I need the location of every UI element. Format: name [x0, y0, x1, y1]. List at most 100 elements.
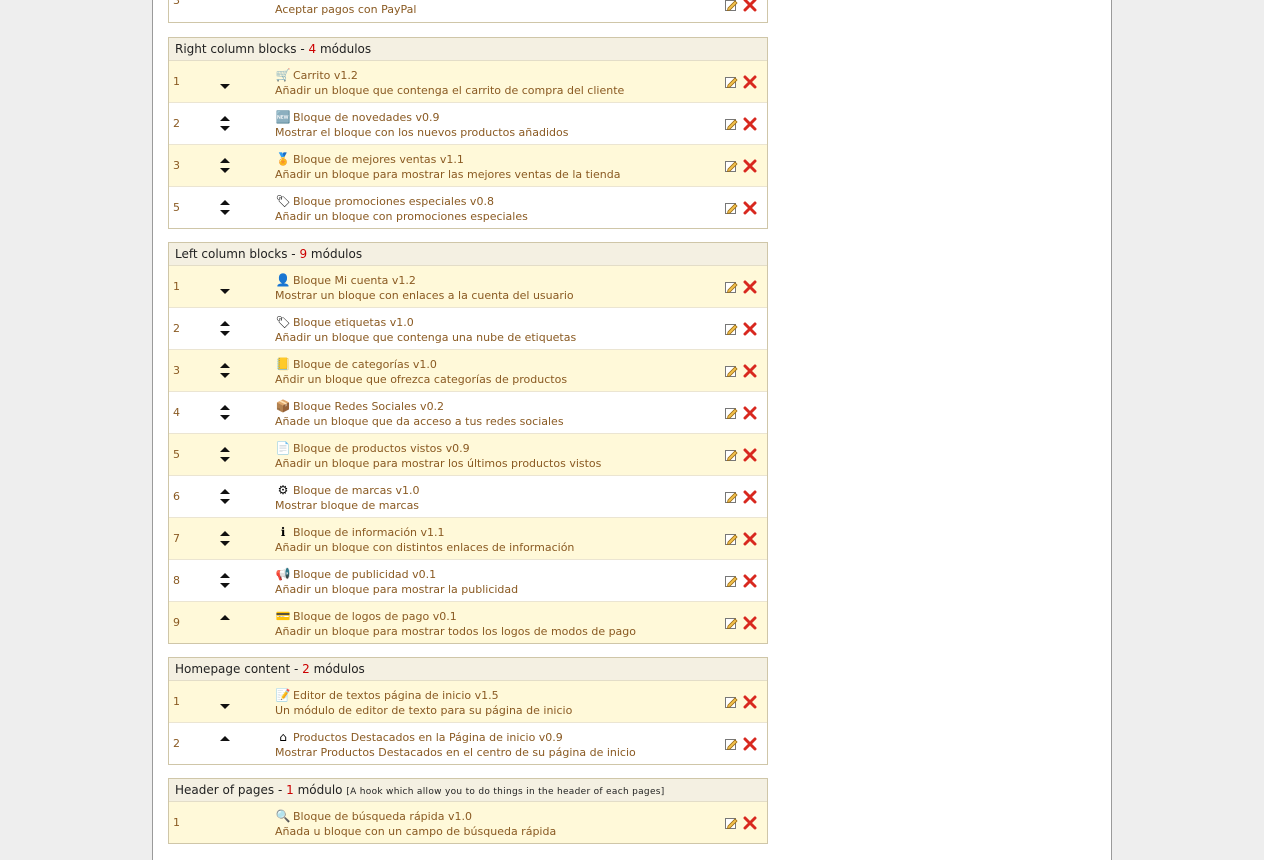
module-description: Mostrar el bloque con los nuevos product… — [275, 126, 569, 139]
edit-icon[interactable] — [724, 815, 738, 830]
edit-icon[interactable] — [724, 200, 738, 215]
module-description: Añadir un bloque para mostrar los último… — [275, 457, 602, 470]
move-up-arrow-icon[interactable] — [220, 158, 230, 163]
module-position: 8 — [173, 574, 180, 587]
move-down-arrow-icon[interactable] — [220, 499, 230, 504]
move-up-arrow-icon[interactable] — [220, 321, 230, 326]
hook-block: Header of pages - 1 módulo [A hook which… — [168, 778, 768, 844]
move-down-arrow-icon[interactable] — [220, 289, 230, 294]
move-up-arrow-icon[interactable] — [220, 447, 230, 452]
module-unit: módulo — [297, 783, 343, 797]
hook-block: Left column blocks - 9 módulos 1 👤 Bloque M… — [168, 242, 768, 644]
hook-title: Homepage content — [175, 662, 291, 676]
award-icon: 🏅 — [275, 152, 291, 166]
move-down-arrow-icon[interactable] — [220, 457, 230, 462]
move-up-arrow-icon[interactable] — [220, 615, 230, 620]
edit-icon[interactable] — [724, 694, 738, 709]
module-position: 9 — [173, 616, 180, 629]
edit-icon[interactable] — [724, 0, 738, 12]
edit-icon[interactable] — [724, 116, 738, 131]
delete-icon[interactable] — [743, 200, 757, 215]
move-down-arrow-icon[interactable] — [220, 168, 230, 173]
delete-icon[interactable] — [743, 158, 757, 173]
delete-icon[interactable] — [743, 0, 757, 12]
delete-icon[interactable] — [743, 405, 757, 420]
move-up-arrow-icon[interactable] — [220, 200, 230, 205]
module-position: 5 — [173, 448, 180, 461]
move-down-arrow-icon[interactable] — [220, 541, 230, 546]
module-unit: módulos — [310, 247, 363, 261]
delete-icon[interactable] — [743, 363, 757, 378]
hook-separator: - — [290, 662, 303, 676]
edit-icon[interactable] — [724, 363, 738, 378]
position-arrows — [219, 692, 231, 712]
move-up-arrow-icon[interactable] — [220, 489, 230, 494]
home-icon: ⌂ — [279, 730, 287, 744]
edit-icon[interactable] — [724, 573, 738, 588]
edit-icon[interactable] — [724, 489, 738, 504]
module-row: 1 👤 Bloque Mi cuenta v1.2 Mostrar un bloque… — [169, 266, 767, 308]
edit-icon[interactable] — [724, 321, 738, 336]
hook-description: [A hook which allow you to do things in … — [346, 787, 665, 797]
delete-icon[interactable] — [743, 279, 757, 294]
move-down-arrow-icon[interactable] — [220, 126, 230, 131]
module-description: Añadir un bloque que contenga una nube d… — [275, 331, 577, 344]
edit-icon[interactable] — [724, 158, 738, 173]
delete-icon[interactable] — [743, 447, 757, 462]
edit-icon[interactable] — [724, 615, 738, 630]
hook-header: Right column blocks - 4 módulos — [169, 38, 767, 61]
move-up-arrow-icon[interactable] — [220, 531, 230, 536]
module-row: 3 📒 Bloque de categorías v1.0 Añdir un bloq… — [169, 350, 767, 392]
delete-icon[interactable] — [743, 321, 757, 336]
delete-icon[interactable] — [743, 116, 757, 131]
move-down-arrow-icon[interactable] — [220, 331, 230, 336]
position-arrows — [219, 813, 231, 833]
edit-icon[interactable] — [724, 405, 738, 420]
delete-icon[interactable] — [743, 531, 757, 546]
move-down-arrow-icon[interactable] — [220, 415, 230, 420]
gear-icon: ⚙ — [277, 483, 289, 497]
module-description: Añadir un bloque con distintos enlaces d… — [275, 541, 575, 554]
move-down-arrow-icon[interactable] — [220, 210, 230, 215]
module-description: Un módulo de editor de texto para su pág… — [275, 704, 573, 717]
edit-icon[interactable] — [724, 447, 738, 462]
move-down-arrow-icon[interactable] — [220, 704, 230, 709]
move-up-arrow-icon[interactable] — [220, 363, 230, 368]
delete-icon[interactable] — [743, 489, 757, 504]
position-arrows — [219, 403, 231, 423]
module-description: Añadir un bloque con promociones especia… — [275, 210, 528, 223]
delete-icon[interactable] — [743, 815, 757, 830]
module-row: 3 Aceptar pagos con PayPal — [169, 0, 767, 22]
edit-icon[interactable] — [724, 736, 738, 751]
module-row: 1 🛒 Carrito v1.2 Añadir un bloque que conte… — [169, 61, 767, 103]
move-up-arrow-icon[interactable] — [220, 405, 230, 410]
move-down-arrow-icon[interactable] — [220, 583, 230, 588]
delete-icon[interactable] — [743, 573, 757, 588]
move-up-arrow-icon[interactable] — [220, 573, 230, 578]
module-description: Mostrar bloque de marcas — [275, 499, 420, 512]
hook-separator: - — [274, 783, 287, 797]
ad-icon: 📢 — [275, 567, 291, 581]
catalog-icon: 📒 — [275, 357, 291, 371]
module-unit: módulos — [313, 662, 365, 676]
module-row: 2 🏷 Bloque etiquetas v1.0 Añadir un bloque … — [169, 308, 767, 350]
module-description: Mostrar un bloque con enlaces a la cuent… — [275, 289, 574, 302]
edit-icon[interactable] — [724, 531, 738, 546]
delete-icon[interactable] — [743, 615, 757, 630]
delete-icon[interactable] — [743, 694, 757, 709]
module-position: 4 — [173, 406, 180, 419]
edit-icon[interactable] — [724, 74, 738, 89]
delete-icon[interactable] — [743, 74, 757, 89]
edit-icon[interactable] — [724, 279, 738, 294]
move-up-arrow-icon[interactable] — [220, 116, 230, 121]
position-arrows — [219, 198, 231, 218]
module-description: Añada u bloque con un campo de búsqueda … — [275, 825, 557, 838]
module-name: Bloque de logos de pago v0.1 — [293, 610, 457, 623]
move-down-arrow-icon[interactable] — [220, 84, 230, 89]
move-down-arrow-icon[interactable] — [220, 373, 230, 378]
move-up-arrow-icon[interactable] — [220, 736, 230, 741]
delete-icon[interactable] — [743, 736, 757, 751]
module-name: Bloque de marcas v1.0 — [293, 484, 420, 497]
module-name: Bloque Redes Sociales v0.2 — [293, 400, 445, 413]
module-name: Bloque de mejores ventas v1.1 — [293, 153, 464, 166]
